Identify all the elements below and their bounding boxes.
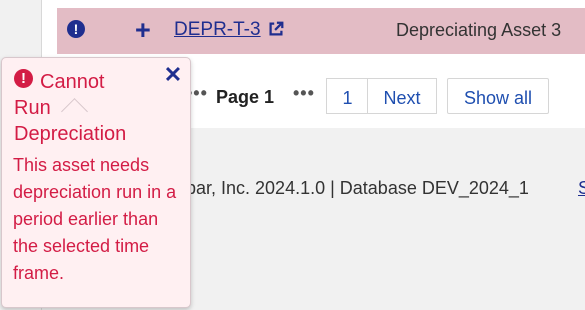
current-page-label: Page 1 — [216, 87, 275, 107]
asset-depreciation-page: ! + DEPR-T-3 Depreciating Asset 3 ••• Pa… — [0, 0, 585, 310]
exclamation-circle-icon[interactable]: ! — [67, 20, 85, 38]
next-pages-ellipsis[interactable]: ••• — [293, 84, 315, 102]
close-icon[interactable]: ✕ — [163, 64, 183, 86]
popover-title: Cannot Run Depreciation — [14, 71, 127, 145]
page-number-button[interactable]: 1 — [326, 78, 368, 114]
show-all-button[interactable]: Show all — [447, 78, 549, 114]
asset-description: Depreciating Asset 3 — [396, 20, 562, 40]
asset-code-link[interactable]: DEPR-T-3 — [174, 18, 261, 42]
external-link-icon[interactable] — [267, 20, 285, 38]
footer-link[interactable]: S — [578, 177, 585, 199]
popover-message: This asset needs depreciation run in a p… — [13, 155, 177, 283]
plus-icon[interactable]: + — [135, 15, 151, 45]
footer-version-text: bar, Inc. 2024.1.0 | Database DEV_2024_1 — [186, 178, 529, 198]
next-page-button[interactable]: Next — [367, 78, 437, 114]
table-row: ! + DEPR-T-3 Depreciating Asset 3 — [57, 8, 585, 54]
